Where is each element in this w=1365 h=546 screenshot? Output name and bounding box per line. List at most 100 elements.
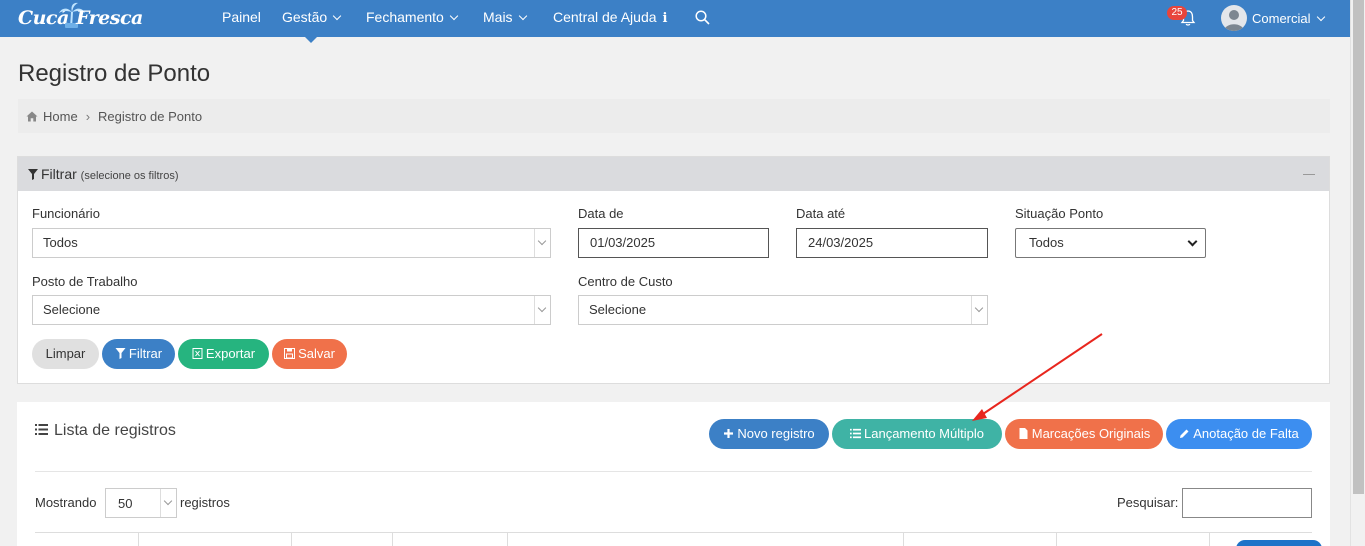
chevron-down-icon: [332, 11, 342, 21]
scrollbar-thumb[interactable]: [1353, 0, 1364, 494]
nav-painel-label: Painel: [222, 9, 261, 25]
column-header[interactable]: [903, 533, 1056, 546]
centro-value: Selecione: [589, 302, 647, 317]
chevron-down-icon: [971, 296, 987, 324]
top-navbar: Cucá Fresca Painel Gestão Fechamento Mai…: [0, 0, 1350, 37]
posto-label: Posto de Trabalho: [32, 274, 138, 289]
salvar-label: Salvar: [298, 346, 335, 361]
funcionario-label: Funcionário: [32, 206, 100, 221]
breadcrumb: Home › Registro de Ponto: [18, 99, 1330, 133]
nav-central-de-ajuda[interactable]: Central de Ajuda i: [553, 9, 669, 26]
centro-label: Centro de Custo: [578, 274, 673, 289]
centro-select[interactable]: Selecione: [578, 295, 988, 325]
list-icon: [850, 428, 862, 439]
excel-file-icon: [192, 348, 203, 359]
list-icon: [35, 424, 48, 435]
novo-registro-button[interactable]: Novo registro: [709, 419, 829, 449]
filter-title: Filtrar: [41, 166, 77, 182]
plus-icon: [724, 429, 734, 438]
notification-badge: 25: [1167, 6, 1187, 20]
chevron-down-icon: [160, 489, 176, 517]
nav-ajuda-label: Central de Ajuda: [553, 9, 657, 25]
exportar-label: Exportar: [205, 346, 256, 361]
page-length-select[interactable]: 50: [105, 488, 177, 518]
filter-icon: [28, 169, 38, 180]
user-menu[interactable]: Comercial: [1252, 11, 1325, 26]
pencil-icon: [1180, 429, 1189, 438]
data-ate-label: Data até: [796, 206, 846, 221]
situacao-value: Todos: [1029, 235, 1064, 250]
lancamento-multiplo-label: Lançamento Múltiplo: [864, 426, 984, 441]
anotacao-de-falta-label: Anotação de Falta: [1193, 426, 1299, 441]
funcionario-select[interactable]: Todos: [32, 228, 551, 258]
data-ate-input[interactable]: 24/03/2025: [796, 228, 988, 258]
data-ate-value: 24/03/2025: [808, 235, 874, 250]
posto-select[interactable]: Selecione: [32, 295, 551, 325]
nav-gestao[interactable]: Gestão: [282, 9, 342, 25]
posto-value: Selecione: [43, 302, 101, 317]
info-icon: i: [662, 11, 668, 26]
novo-registro-label: Novo registro: [737, 426, 815, 441]
filtrar-label: Filtrar: [128, 346, 163, 361]
data-de-value: 01/03/2025: [590, 235, 656, 250]
showing-prefix: Mostrando: [35, 495, 97, 510]
column-header[interactable]: [35, 533, 138, 546]
breadcrumb-current: Registro de Ponto: [98, 109, 203, 124]
filtrar-button[interactable]: Filtrar: [102, 339, 175, 369]
page-length-value: 50: [118, 496, 133, 511]
data-de-input[interactable]: 01/03/2025: [578, 228, 769, 258]
marcacoes-originais-label: Marcações Originais: [1031, 426, 1151, 441]
filter-panel: Filtrar (selecione os filtros) Funcionár…: [17, 156, 1330, 384]
chevron-down-icon: [534, 229, 550, 257]
records-title: Lista de registros: [35, 422, 176, 440]
nav-painel[interactable]: Painel: [222, 9, 261, 25]
floating-action-button[interactable]: [1236, 540, 1322, 546]
column-header[interactable]: [507, 533, 903, 546]
funcionario-value: Todos: [43, 235, 78, 250]
chevron-down-icon: [518, 11, 527, 21]
user-icon: [1224, 10, 1244, 31]
search-input[interactable]: [1182, 488, 1312, 518]
column-header[interactable]: [1056, 533, 1209, 546]
breadcrumb-home[interactable]: Home: [43, 109, 78, 124]
collapse-icon[interactable]: [1303, 174, 1315, 175]
page-title: Registro de Ponto: [18, 60, 211, 87]
user-avatar[interactable]: [1221, 5, 1247, 31]
divider: [35, 471, 1312, 472]
salvar-button[interactable]: Salvar: [272, 339, 347, 369]
column-header[interactable]: [291, 533, 392, 546]
user-name-label: Comercial: [1252, 11, 1311, 26]
home-icon: [26, 111, 38, 122]
document-icon: [1019, 428, 1028, 439]
exportar-button[interactable]: Exportar: [178, 339, 269, 369]
nav-gestao-label: Gestão: [282, 9, 328, 25]
limpar-button[interactable]: Limpar: [32, 339, 99, 369]
search-label: Pesquisar:: [1117, 495, 1179, 510]
showing-suffix: registros: [180, 495, 230, 510]
active-nav-indicator: [305, 37, 317, 43]
filter-panel-header[interactable]: Filtrar (selecione os filtros): [18, 157, 1329, 191]
chevron-down-icon: [449, 11, 459, 21]
filter-subtitle: (selecione os filtros): [80, 170, 179, 182]
nav-fechamento[interactable]: Fechamento: [366, 9, 459, 25]
nav-fechamento-label: Fechamento: [366, 9, 444, 25]
logo-word-2: Fresca: [76, 7, 143, 29]
column-header[interactable]: [138, 533, 291, 546]
records-title-label: Lista de registros: [54, 422, 176, 439]
chevron-down-icon: [1316, 12, 1325, 22]
search-icon[interactable]: [695, 10, 710, 25]
annotation-arrow-icon: [972, 333, 1103, 421]
limpar-label: Limpar: [45, 346, 86, 361]
records-panel: Lista de registros Novo registro Lançame…: [17, 402, 1330, 546]
chevron-down-icon: [534, 296, 550, 324]
situacao-select[interactable]: Todos: [1015, 228, 1206, 258]
nav-mais-label: Mais: [483, 9, 513, 25]
column-header[interactable]: [392, 533, 507, 546]
nav-mais[interactable]: Mais: [483, 9, 527, 25]
vertical-scrollbar[interactable]: [1350, 0, 1365, 546]
brand-logo[interactable]: Cucá Fresca: [18, 2, 143, 32]
anotacao-de-falta-button[interactable]: Anotação de Falta: [1166, 419, 1312, 449]
table-header: [35, 532, 1312, 546]
breadcrumb-separator: ›: [85, 109, 91, 124]
chevron-down-icon: [1187, 236, 1198, 247]
